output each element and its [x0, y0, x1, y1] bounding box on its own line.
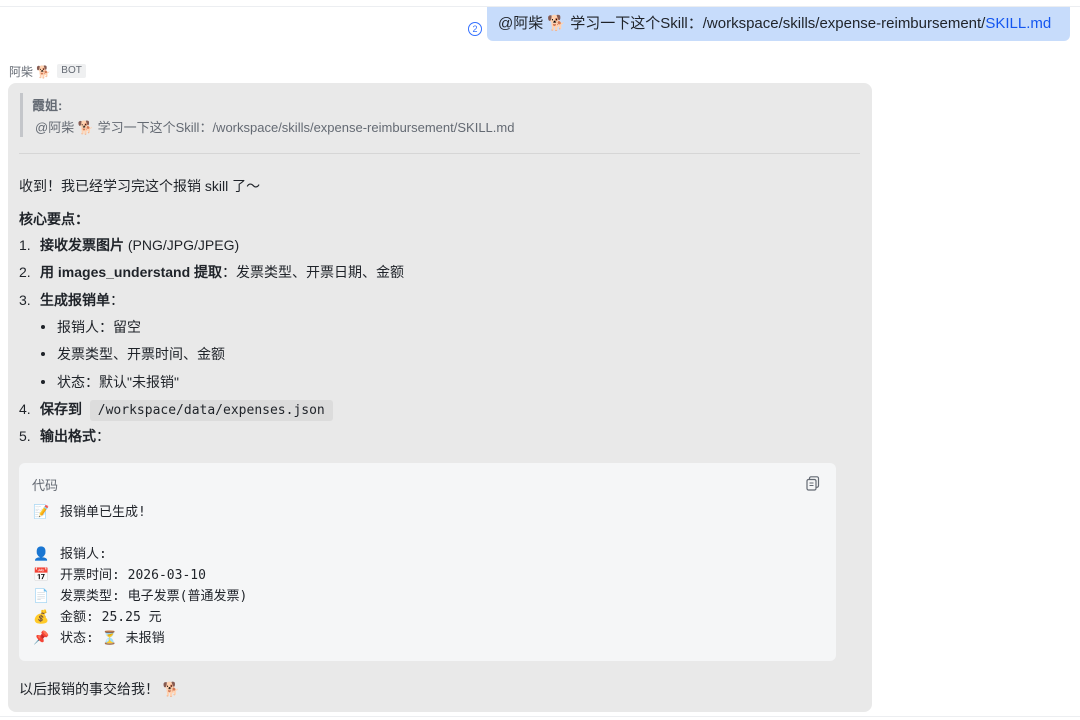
list-item: 3. 生成报销单： [19, 292, 124, 308]
copy-icon[interactable] [806, 476, 820, 491]
code-line: 👤 报销人: [33, 547, 107, 562]
code-line: 📝 报销单已生成! [33, 505, 146, 520]
dog-icon: 🐕 [162, 682, 181, 698]
core-points-heading: 核心要点： [19, 211, 89, 227]
code-line: 💰 金额: 25.25 元 [33, 610, 162, 625]
quote-author: 霞姐: [32, 98, 63, 113]
document-icon: 📄 [33, 589, 50, 604]
sub-list-item: 发票类型、开票时间、金额 [57, 346, 225, 362]
quote-text[interactable]: @阿柴 🐕 学习一下这个Skill：/workspace/skills/expe… [35, 117, 514, 136]
skill-file-link[interactable]: SKILL.md [985, 15, 1051, 32]
calendar-icon: 📅 [33, 568, 50, 583]
person-icon: 👤 [33, 547, 50, 562]
code-line: 📄 发票类型: 电子发票(普通发票) [33, 589, 248, 604]
code-line: 📌 状态: ⏳ 未报销 [33, 631, 165, 646]
bot-badge: BOT [57, 64, 86, 78]
outgoing-message-bubble[interactable]: @阿柴 🐕 学习一下这个Skill：/workspace/skills/expe… [487, 7, 1070, 41]
list-item: 4. 保存到 /workspace/data/expenses.json [19, 400, 333, 421]
list-item: 5. 输出格式： [19, 428, 110, 444]
outgoing-message-text: @阿柴 🐕 学习一下这个Skill：/workspace/skills/expe… [498, 15, 986, 32]
bottom-separator [0, 716, 1080, 717]
quote-divider [19, 153, 860, 154]
sub-list-item: 报销人：留空 [57, 319, 141, 335]
bullet-dot [41, 380, 45, 384]
reply-intro: 收到！我已经学习完这个报销 skill 了～ [19, 178, 261, 194]
sub-list-item: 状态：默认"未报销" [57, 374, 179, 390]
bullet-dot [41, 352, 45, 356]
sender-row: 阿柴 🐕 BOT [9, 62, 86, 80]
memo-icon: 📝 [33, 505, 50, 520]
reply-outro: 以后报销的事交给我！ 🐕 [19, 681, 181, 698]
code-block-label: 代码 [32, 478, 59, 493]
sender-name[interactable]: 阿柴 🐕 [9, 63, 51, 80]
read-count-badge[interactable]: 2 [468, 22, 482, 36]
bullet-dot [41, 325, 45, 329]
money-bag-icon: 💰 [33, 610, 50, 625]
pushpin-icon: 📌 [33, 631, 50, 646]
list-item: 2. 用 images_understand 提取：发票类型、开票日期、金额 [19, 264, 405, 280]
list-item: 1. 接收发票图片 (PNG/JPG/JPEG) [19, 237, 240, 253]
code-line: 📅 开票时间: 2026-03-10 [33, 568, 206, 583]
inline-code-path[interactable]: /workspace/data/expenses.json [89, 400, 333, 421]
